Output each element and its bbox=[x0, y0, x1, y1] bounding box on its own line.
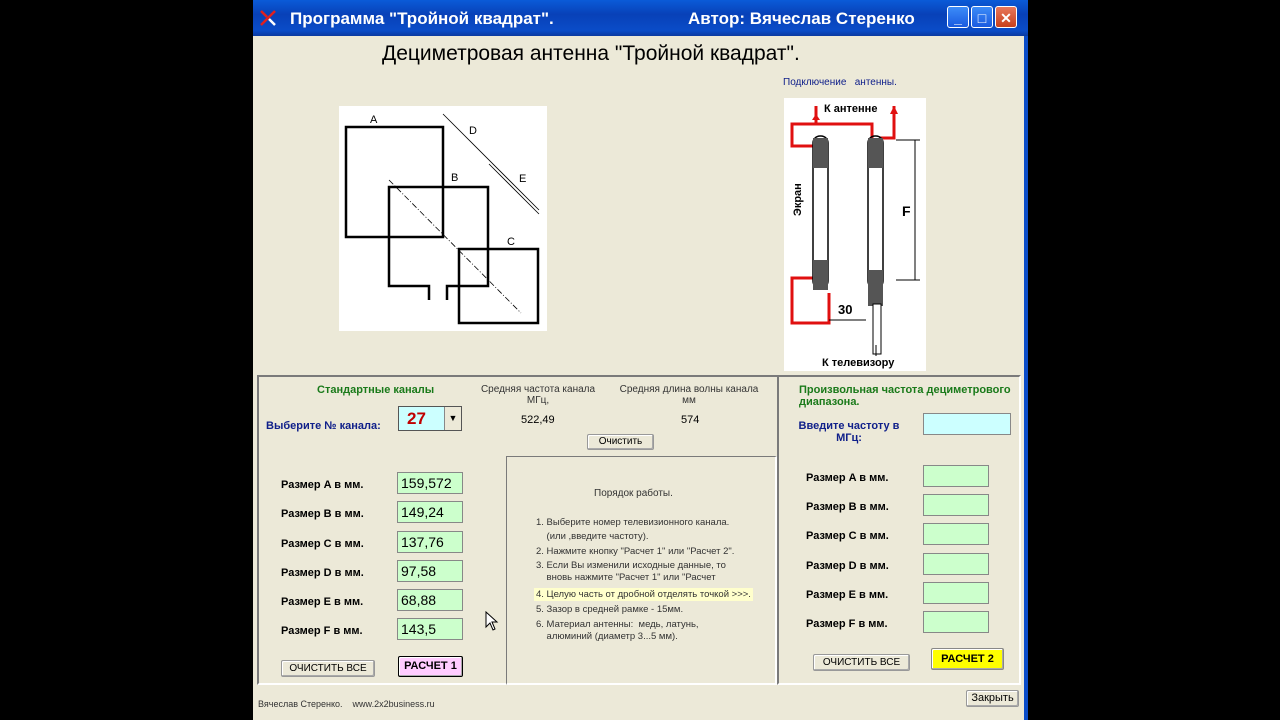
custom-size-b-field[interactable] bbox=[923, 494, 989, 516]
calc1-button[interactable]: РАСЧЕТ 1 bbox=[398, 656, 463, 677]
custom-size-c-label: Размер C в мм. bbox=[806, 530, 889, 542]
custom-size-c-field[interactable] bbox=[923, 523, 989, 545]
label-b: B bbox=[451, 172, 458, 184]
size-d-field[interactable]: 97,58 bbox=[397, 560, 463, 582]
close-icon: ✕ bbox=[1000, 10, 1012, 26]
custom-size-d-field[interactable] bbox=[923, 553, 989, 575]
custom-size-e-label: Размер E в мм. bbox=[806, 589, 889, 601]
channel-select[interactable]: 27 ▼ bbox=[398, 406, 462, 431]
size-b-field[interactable]: 149,24 bbox=[397, 501, 463, 523]
size-d-label: Размер D в мм. bbox=[281, 567, 364, 579]
maximize-icon: □ bbox=[977, 10, 987, 26]
custom-size-e-field[interactable] bbox=[923, 582, 989, 604]
freq-value: 522,49 bbox=[521, 414, 555, 426]
instruction-line: вновь нажмите "Расчет 1" или "Расчет bbox=[536, 572, 716, 583]
clear-all-button-left[interactable]: ОЧИСТИТЬ ВСЕ bbox=[281, 660, 375, 677]
window-author: Автор: Вячеслав Стеренко bbox=[688, 9, 915, 28]
channel-value: 27 bbox=[407, 409, 426, 428]
minimize-button[interactable]: _ bbox=[947, 6, 969, 28]
page-title: Дециметровая антенна "Тройной квадрат". bbox=[382, 42, 800, 65]
size-a-label: Размер A в мм. bbox=[281, 479, 364, 491]
close-button[interactable]: Закрыть bbox=[966, 690, 1019, 707]
custom-title: Произвольная частота дециметрового диапа… bbox=[799, 384, 1011, 408]
size-b-label: Размер B в мм. bbox=[281, 508, 364, 520]
custom-size-f-label: Размер F в мм. bbox=[806, 618, 888, 630]
size-c-field[interactable]: 137,76 bbox=[397, 531, 463, 553]
instruction-line: 1. Выберите номер телевизионного канала. bbox=[536, 517, 730, 528]
instructions-title: Порядок работы. bbox=[594, 488, 673, 499]
size-c-label: Размер C в мм. bbox=[281, 538, 364, 550]
close-window-button[interactable]: ✕ bbox=[995, 6, 1017, 28]
app-icon bbox=[259, 9, 277, 27]
freq-input-label: Введите частоту в МГц: bbox=[798, 420, 900, 444]
freq-header: Средняя частота канала МГц, bbox=[480, 384, 596, 406]
gap-label: 30 bbox=[838, 302, 852, 317]
title-bar: Программа "Тройной квадрат". Автор: Вяче… bbox=[253, 0, 1028, 36]
window-title: Программа "Тройной квадрат". bbox=[290, 9, 554, 28]
custom-size-d-label: Размер D в мм. bbox=[806, 560, 889, 572]
wave-value: 574 bbox=[681, 414, 700, 426]
maximize-button[interactable]: □ bbox=[971, 6, 993, 28]
to-antenna-label: К антенне bbox=[824, 103, 877, 115]
instruction-line: 3. Если Вы изменили исходные данные, то bbox=[536, 560, 726, 571]
connection-diagram: К антенне Экран F 30 К телевизору bbox=[784, 98, 926, 371]
connection-title: Подключение антенны. bbox=[783, 77, 897, 88]
instruction-line: 5. Зазор в средней рамке - 15мм. bbox=[536, 604, 684, 615]
instruction-line: 2. Нажмите кнопку "Расчет 1" или "Расчет… bbox=[536, 546, 735, 557]
label-c: C bbox=[507, 236, 515, 248]
f-label: F bbox=[902, 203, 911, 219]
label-a: A bbox=[370, 114, 378, 126]
instruction-line-highlight: 4. Целую часть от дробной отделять точко… bbox=[534, 588, 753, 601]
clear-button[interactable]: Очистить bbox=[587, 434, 654, 450]
chevron-down-icon[interactable]: ▼ bbox=[444, 407, 461, 430]
instruction-line: 6. Материал антенны: медь, латунь, bbox=[536, 619, 699, 630]
calc2-button[interactable]: РАСЧЕТ 2 bbox=[931, 648, 1004, 670]
size-e-label: Размер E в мм. bbox=[281, 596, 364, 608]
instruction-line: (или ,введите частоту). bbox=[536, 531, 649, 542]
to-tv-label: К телевизору bbox=[822, 357, 895, 369]
screen-label: Экран bbox=[792, 183, 804, 216]
label-d: D bbox=[469, 125, 477, 137]
wave-header: Средняя длина волны канала мм bbox=[619, 384, 759, 406]
size-e-field[interactable]: 68,88 bbox=[397, 589, 463, 611]
clear-all-button-right[interactable]: ОЧИСТИТЬ ВСЕ bbox=[813, 654, 910, 671]
size-f-label: Размер F в мм. bbox=[281, 625, 363, 637]
custom-size-a-label: Размер A в мм. bbox=[806, 472, 889, 484]
label-e: E bbox=[519, 173, 526, 185]
app-window: Программа "Тройной квадрат". Автор: Вяче… bbox=[253, 0, 1028, 720]
freq-input[interactable] bbox=[923, 413, 1011, 435]
mouse-cursor-icon bbox=[485, 610, 499, 636]
custom-size-a-field[interactable] bbox=[923, 465, 989, 487]
choose-channel-label: Выберите № канала: bbox=[266, 420, 381, 432]
footer-credit: Вячеслав Стеренко. www.2x2business.ru bbox=[258, 699, 435, 709]
size-a-field[interactable]: 159,572 bbox=[397, 472, 463, 494]
size-f-field[interactable]: 143,5 bbox=[397, 618, 463, 640]
custom-size-b-label: Размер B в мм. bbox=[806, 501, 889, 513]
custom-size-f-field[interactable] bbox=[923, 611, 989, 633]
antenna-diagram: A B C D E bbox=[339, 106, 547, 331]
minimize-icon: _ bbox=[954, 10, 962, 26]
instruction-line: алюминий (диаметр 3...5 мм). bbox=[536, 631, 678, 642]
standard-title: Стандартные каналы bbox=[317, 384, 435, 396]
window-border-right bbox=[1024, 36, 1028, 720]
